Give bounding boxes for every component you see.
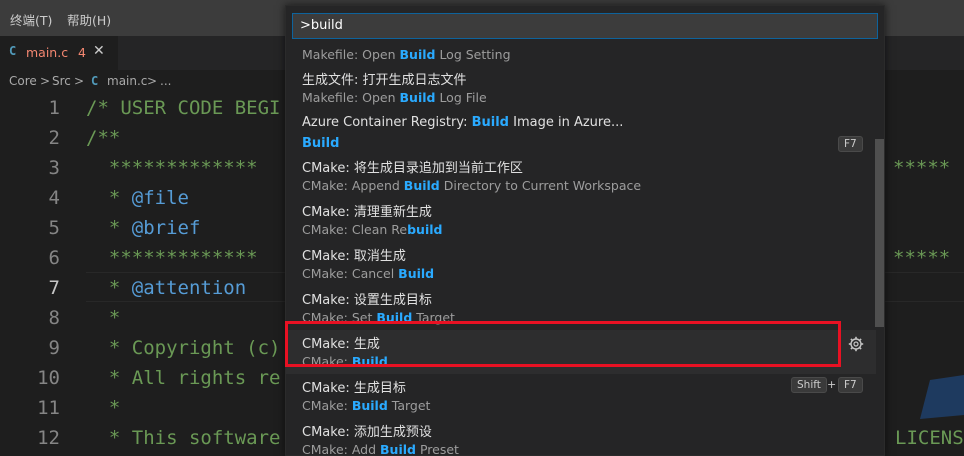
palette-item-detail: CMake: Add Build Preset [302, 442, 459, 456]
palette-item[interactable]: CMake: 生成目标 CMake: Build Target Shift + … [286, 374, 876, 418]
code-line-tail: LICENS [895, 427, 964, 449]
problem-count-badge: 4 [78, 45, 86, 60]
line-number: 5 [48, 217, 60, 239]
code-line: /* USER CODE BEGI [86, 97, 281, 119]
line-number: 6 [48, 247, 60, 269]
line-number: 4 [48, 187, 60, 209]
tab-label: main.c [26, 45, 69, 60]
code-line: * All rights re [86, 367, 281, 389]
line-number: 1 [48, 97, 60, 119]
palette-scrollbar[interactable] [875, 139, 884, 327]
code-line-tail: ***** [893, 247, 951, 269]
line-number: 3 [48, 157, 60, 179]
palette-item-detail: CMake: Clean Rebuild [302, 222, 443, 237]
line-number: 12 [37, 427, 60, 449]
palette-item-title: Build [302, 136, 340, 151]
code-line: /** [86, 127, 121, 149]
code-line: * Copyright (c) [86, 337, 281, 359]
breadcrumb-separator: > [74, 74, 85, 88]
palette-item-title: 生成文件: 打开生成日志文件 [302, 73, 467, 88]
palette-item[interactable]: Azure Container Registry: Build Image in… [286, 112, 876, 134]
palette-item-title: CMake: 设置生成目标 [302, 293, 432, 308]
keybinding-shift: Shift [791, 377, 827, 393]
code-line: * [86, 307, 121, 329]
breadcrumb-separator: > [40, 74, 51, 88]
palette-item-title: Azure Container Registry: Build Image in… [302, 115, 624, 130]
c-file-icon: C [9, 44, 17, 58]
code-line: * @brief [86, 217, 201, 239]
breadcrumb-file[interactable]: main.c [107, 74, 147, 88]
comment-text: * [86, 187, 132, 209]
code-line: ************* [86, 247, 258, 269]
comment-text: * [86, 217, 132, 239]
code-line: * [86, 397, 121, 419]
palette-item[interactable]: CMake: 将生成目录追加到当前工作区 CMake: Append Build… [286, 154, 876, 198]
keybinding-f7: F7 [838, 136, 863, 152]
code-line-tail: ***** [893, 157, 951, 179]
breadcrumb-separator: > [147, 74, 158, 88]
code-line: * @attention [86, 277, 246, 299]
menu-terminal[interactable]: 终端(T) [10, 10, 52, 29]
palette-item-title: CMake: 取消生成 [302, 249, 406, 264]
tab-main-c[interactable]: C main.c 4 ✕ [0, 36, 118, 70]
line-number: 10 [37, 367, 60, 389]
line-number: 2 [48, 127, 60, 149]
breadcrumb-core[interactable]: Core [9, 74, 37, 88]
palette-item-title: CMake: 清理重新生成 [302, 205, 432, 220]
breadcrumb-more[interactable]: ... [160, 74, 171, 88]
keybinding-plus: + [827, 378, 837, 391]
decorative-shape [920, 375, 964, 419]
line-number: 8 [48, 307, 60, 329]
annotation-highlight-box [285, 321, 841, 367]
palette-item-detail: CMake: Build Target [302, 398, 431, 413]
palette-item[interactable]: CMake: 清理重新生成 CMake: Clean Rebuild [286, 198, 876, 242]
breadcrumb-src[interactable]: Src [52, 74, 71, 88]
command-palette: >build Makefile: Open Build Log Setting … [285, 5, 885, 456]
palette-item-detail: CMake: Append Build Directory to Current… [302, 178, 642, 193]
doc-tag: @file [131, 187, 189, 209]
c-file-icon: C [91, 74, 99, 88]
doc-tag: @brief [131, 217, 201, 239]
line-number: 9 [48, 337, 60, 359]
command-palette-input[interactable]: >build [292, 13, 878, 39]
palette-item[interactable]: Build F7 [286, 133, 876, 155]
palette-item-title: CMake: 添加生成预设 [302, 425, 432, 440]
line-number: 11 [37, 397, 60, 419]
comment-text: * [86, 277, 132, 299]
palette-item[interactable]: CMake: 取消生成 CMake: Cancel Build [286, 242, 876, 286]
palette-item-title: CMake: 生成目标 [302, 381, 406, 396]
code-line: ************* [86, 157, 258, 179]
palette-item[interactable]: Makefile: Open Build Log Setting [286, 44, 876, 66]
palette-item-detail: CMake: Cancel Build [302, 266, 435, 281]
palette-item-title: CMake: 将生成目录追加到当前工作区 [302, 161, 523, 176]
palette-item[interactable]: 生成文件: 打开生成日志文件 Makefile: Open Build Log … [286, 66, 876, 110]
palette-item[interactable]: CMake: 添加生成预设 CMake: Add Build Preset [286, 418, 876, 456]
palette-item-detail: Makefile: Open Build Log File [302, 90, 487, 105]
close-icon[interactable]: ✕ [93, 43, 105, 59]
menu-help[interactable]: 帮助(H) [67, 10, 111, 29]
palette-item-label: Makefile: Open Build Log Setting [302, 47, 511, 62]
line-number-active: 7 [48, 277, 60, 299]
code-line: * This software [86, 427, 281, 449]
gear-icon[interactable] [848, 336, 864, 352]
keybinding-f7: F7 [838, 377, 863, 393]
doc-tag: @attention [131, 277, 247, 299]
code-line: * @file [86, 187, 189, 209]
